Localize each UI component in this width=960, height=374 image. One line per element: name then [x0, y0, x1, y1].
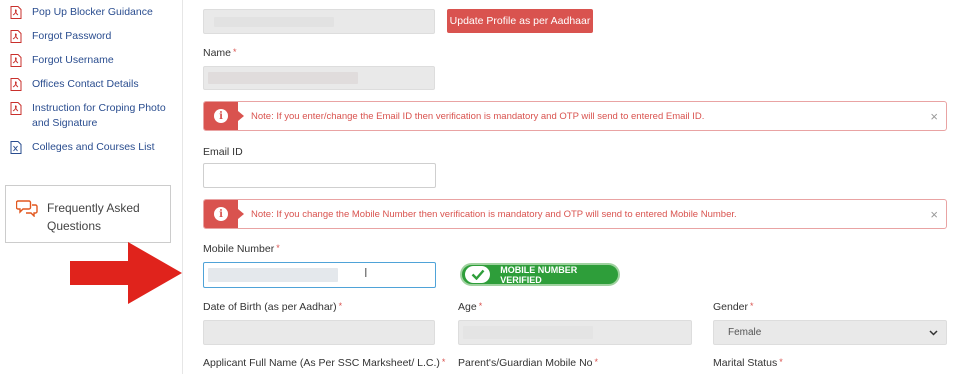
- email-label-text: Email ID: [203, 146, 243, 158]
- required-mark: *: [233, 47, 237, 57]
- sidebar-links: Pop Up Blocker Guidance Forgot Password …: [10, 0, 178, 164]
- mobile-verified-text: MOBILE NUMBER VERIFIED: [500, 264, 578, 285]
- check-icon: [465, 266, 491, 283]
- redacted-value: [214, 17, 334, 27]
- guardian-mobile-label: Parent's/Guardian Mobile No *: [458, 357, 598, 369]
- close-icon[interactable]: ×: [930, 109, 938, 124]
- page: Pop Up Blocker Guidance Forgot Password …: [0, 0, 960, 374]
- mobile-label: Mobile Number *: [203, 243, 280, 255]
- info-icon: i: [204, 102, 244, 130]
- required-mark: *: [441, 357, 446, 367]
- sidebar-link-label: Forgot Username: [32, 54, 114, 66]
- dob-label: Date of Birth (as per Aadhar) *: [203, 301, 342, 313]
- gender-select-value: Female: [728, 327, 762, 338]
- pdf-icon: [10, 30, 22, 43]
- sidebar-link-colleges-courses[interactable]: Colleges and Courses List: [10, 140, 178, 155]
- chat-bubbles-icon: [16, 200, 38, 217]
- gender-label-text: Gender: [713, 301, 749, 313]
- email-label: Email ID: [203, 146, 243, 158]
- redacted-value: [208, 72, 358, 84]
- age-field[interactable]: [458, 320, 692, 345]
- dob-field[interactable]: [203, 320, 435, 345]
- faq-label: Frequently Asked Questions: [47, 201, 140, 233]
- email-note-text: Note: If you enter/change the Email ID t…: [251, 110, 705, 122]
- required-mark: *: [276, 243, 280, 253]
- redacted-value: [208, 268, 338, 282]
- info-glyph: i: [214, 207, 228, 221]
- pdf-icon: [10, 78, 22, 91]
- sidebar: Pop Up Blocker Guidance Forgot Password …: [0, 0, 182, 374]
- mobile-note-alert: i Note: If you change the Mobile Number …: [203, 199, 947, 229]
- age-label: Age *: [458, 301, 482, 313]
- name-field[interactable]: [203, 66, 435, 90]
- mobile-number-input[interactable]: I: [203, 262, 436, 288]
- info-icon: i: [204, 200, 244, 228]
- excel-icon: [10, 141, 22, 154]
- required-mark: *: [338, 301, 343, 311]
- age-label-text: Age: [458, 301, 477, 313]
- email-input[interactable]: [203, 163, 436, 188]
- pdf-icon: [10, 6, 22, 19]
- sidebar-link-forgot-password[interactable]: Forgot Password: [10, 29, 178, 44]
- required-mark: *: [594, 357, 599, 367]
- pdf-icon: [10, 102, 22, 115]
- sidebar-link-label: Colleges and Courses List: [32, 141, 155, 153]
- required-mark: *: [779, 357, 783, 367]
- mobile-note-text: Note: If you change the Mobile Number th…: [251, 208, 737, 220]
- marital-status-label: Marital Status *: [713, 357, 783, 369]
- required-mark: *: [750, 301, 754, 311]
- sidebar-link-offices-contact[interactable]: Offices Contact Details: [10, 77, 178, 92]
- required-mark: *: [478, 301, 483, 311]
- update-profile-button[interactable]: Update Profile as per Aadhaar: [447, 9, 593, 33]
- mobile-verified-badge: MOBILE NUMBER VERIFIED: [460, 263, 620, 286]
- gender-label: Gender *: [713, 301, 754, 313]
- sidebar-link-label: Pop Up Blocker Guidance: [32, 6, 153, 18]
- marital-status-label-text: Marital Status: [713, 357, 778, 369]
- email-note-alert: i Note: If you enter/change the Email ID…: [203, 101, 947, 131]
- sidebar-link-popup-blocker[interactable]: Pop Up Blocker Guidance: [10, 5, 178, 20]
- fullname-label: Applicant Full Name (As Per SSC Markshee…: [203, 357, 445, 369]
- sidebar-link-label: Instruction for Croping Photo and Signat…: [32, 102, 166, 129]
- dob-label-text: Date of Birth (as per Aadhar): [203, 301, 337, 313]
- sidebar-link-forgot-username[interactable]: Forgot Username: [10, 53, 178, 68]
- sidebar-link-label: Offices Contact Details: [32, 78, 139, 90]
- red-arrow-pointer: [70, 242, 182, 304]
- name-label: Name *: [203, 47, 237, 59]
- profile-form: Update Profile as per Aadhaar Name * i No…: [183, 0, 960, 374]
- mobile-label-text: Mobile Number: [203, 243, 275, 255]
- text-cursor-icon: I: [364, 266, 368, 280]
- guardian-mobile-label-text: Parent's/Guardian Mobile No: [458, 357, 593, 369]
- chevron-down-icon: [929, 329, 938, 336]
- close-icon[interactable]: ×: [930, 207, 938, 222]
- gender-select[interactable]: Female: [713, 320, 947, 345]
- sidebar-link-label: Forgot Password: [32, 30, 112, 42]
- pdf-icon: [10, 54, 22, 67]
- faq-box[interactable]: Frequently Asked Questions: [5, 185, 171, 243]
- redacted-value: [463, 326, 593, 339]
- sidebar-link-cropping-instructions[interactable]: Instruction for Croping Photo and Signat…: [10, 101, 178, 131]
- name-label-text: Name: [203, 47, 232, 59]
- info-glyph: i: [214, 109, 228, 123]
- fullname-label-text: Applicant Full Name (As Per SSC Markshee…: [203, 357, 440, 369]
- aadhaar-number-field[interactable]: [203, 9, 435, 34]
